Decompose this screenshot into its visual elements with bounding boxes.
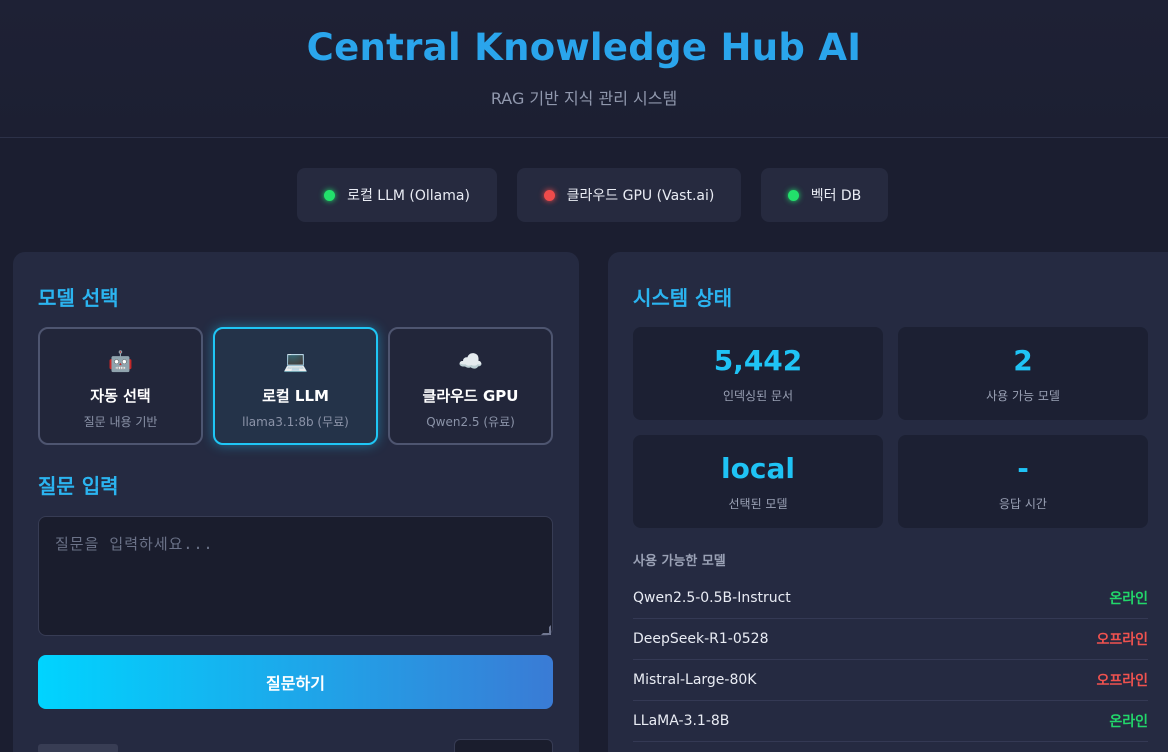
status-vector-db: 벡터 DB (761, 168, 888, 222)
model-list-name: Qwen2.5-0.5B-Instruct (633, 590, 791, 606)
app-header: Central Knowledge Hub AI RAG 기반 지식 관리 시스… (0, 0, 1168, 138)
model-list-item: DeepSeek-R1-0528 오프라인 (633, 619, 1148, 660)
status-label: 벡터 DB (810, 188, 862, 204)
stat-label: 응답 시간 (999, 497, 1047, 511)
status-local-llm: 로컬 LLM (Ollama) (297, 168, 497, 222)
model-list-item: Qwen2.5-0.5B-Instruct 온라인 (633, 578, 1148, 619)
status-bar: 로컬 LLM (Ollama) 클라우드 GPU (Vast.ai) 벡터 DB (0, 168, 1168, 222)
model-list-item: Mistral-Large-80K 오프라인 (633, 660, 1148, 701)
stat-available-models: 2 사용 가능 모델 (898, 327, 1148, 420)
status-online-icon (787, 189, 799, 201)
model-option-name: 로컬 LLM (262, 387, 329, 405)
cut-off-control[interactable] (454, 739, 553, 752)
model-list-item: LLaMA-3.1-8B 온라인 (633, 701, 1148, 742)
cloud-icon: ☁️ (458, 349, 483, 373)
laptop-icon: 💻 (283, 349, 308, 373)
model-list-status: 오프라인 (1096, 673, 1148, 689)
status-label: 클라우드 GPU (Vast.ai) (566, 188, 715, 204)
app-subtitle: RAG 기반 지식 관리 시스템 (490, 89, 678, 108)
model-select-title: 모델 선택 (38, 286, 119, 310)
status-cloud-gpu: 클라우드 GPU (Vast.ai) (517, 168, 741, 222)
stat-selected-model: local 선택된 모델 (633, 435, 883, 528)
model-list-status: 오프라인 (1096, 632, 1148, 648)
question-input[interactable] (38, 516, 553, 636)
model-list-status: 온라인 (1109, 591, 1148, 607)
model-option-desc: 질문 내용 기반 (83, 415, 158, 429)
stat-label: 사용 가능 모델 (986, 389, 1060, 403)
stat-response-time: - 응답 시간 (898, 435, 1148, 528)
robot-icon: 🤖 (108, 349, 133, 373)
model-option-desc: Qwen2.5 (유료) (426, 415, 515, 429)
stat-value: - (1017, 452, 1029, 485)
model-option-desc: llama3.1:8b (무료) (242, 415, 349, 429)
ask-button[interactable]: 질문하기 (38, 655, 553, 709)
system-status-title: 시스템 상태 (633, 286, 732, 310)
status-label: 로컬 LLM (Ollama) (347, 188, 470, 204)
stat-value: local (721, 452, 795, 485)
stat-label: 선택된 모델 (728, 497, 788, 511)
model-option-name: 클라우드 GPU (422, 387, 519, 405)
model-option-cloud[interactable]: ☁️ 클라우드 GPU Qwen2.5 (유료) (388, 327, 553, 445)
stat-label: 인덱싱된 문서 (722, 389, 794, 403)
query-panel: 모델 선택 🤖 자동 선택 질문 내용 기반 💻 로컬 LLM llama3.1… (13, 252, 579, 752)
model-list-name: DeepSeek-R1-0528 (633, 631, 769, 647)
stat-indexed-docs: 5,442 인덱싱된 문서 (633, 327, 883, 420)
stat-value: 5,442 (713, 344, 803, 377)
available-models-title: 사용 가능한 모델 (633, 554, 726, 569)
system-status-panel: 시스템 상태 5,442 인덱싱된 문서 2 사용 가능 모델 local 선택… (608, 252, 1168, 752)
model-list-name: Mistral-Large-80K (633, 672, 757, 688)
stat-value: 2 (1013, 344, 1033, 377)
status-online-icon (324, 189, 336, 201)
status-offline-icon (543, 189, 555, 201)
cut-off-label (38, 744, 118, 752)
model-option-local[interactable]: 💻 로컬 LLM llama3.1:8b (무료) (213, 327, 378, 445)
app-title: Central Knowledge Hub AI (306, 26, 862, 69)
question-input-title: 질문 입력 (38, 474, 119, 498)
model-list-status: 온라인 (1109, 714, 1148, 730)
model-option-name: 자동 선택 (90, 387, 151, 405)
model-list-name: LLaMA-3.1-8B (633, 713, 730, 729)
model-option-auto[interactable]: 🤖 자동 선택 질문 내용 기반 (38, 327, 203, 445)
